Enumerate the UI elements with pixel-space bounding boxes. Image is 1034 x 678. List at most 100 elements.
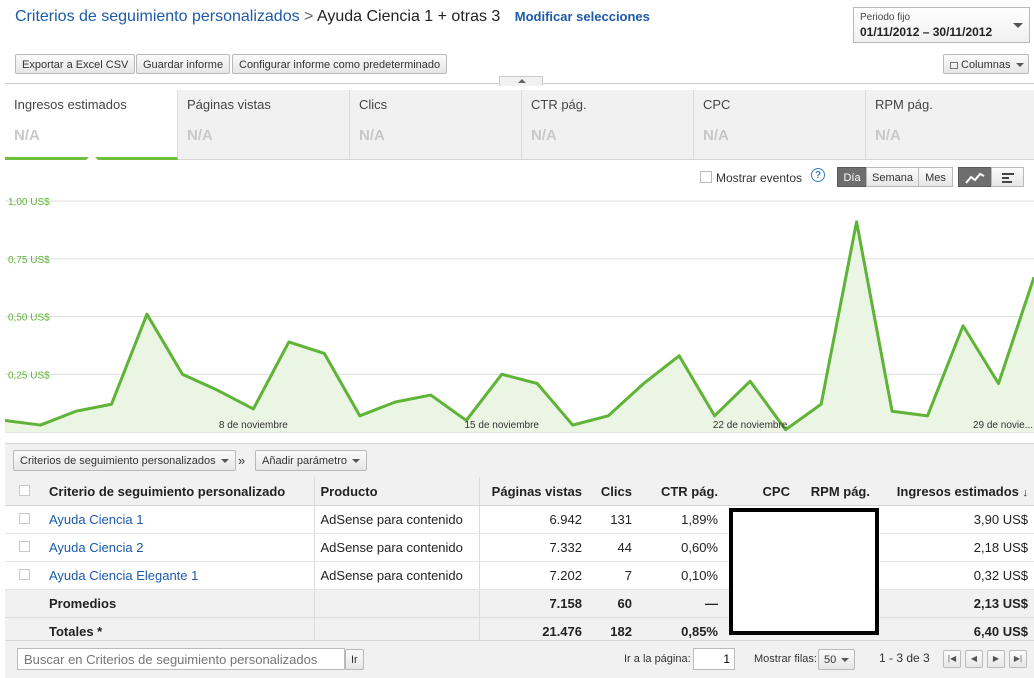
row-pageviews: 7.332: [478, 533, 588, 562]
x-tick-label: 22 de noviembre: [713, 420, 788, 431]
col-header-producto[interactable]: Producto: [313, 477, 479, 506]
series-area: [5, 221, 1034, 432]
row-name-link[interactable]: Ayuda Ciencia 2: [49, 540, 143, 555]
row-ctr: 0,10%: [638, 561, 724, 590]
chevron-down-icon: [1013, 23, 1023, 28]
table-header-row: Criterio de seguimiento personalizado Pr…: [5, 477, 1034, 506]
line-chart-button[interactable]: [958, 167, 992, 187]
export-csv-button[interactable]: Exportar a Excel CSV: [15, 54, 136, 74]
avg-ctr: —: [638, 589, 724, 618]
row-name-link[interactable]: Ayuda Ciencia 1: [49, 512, 143, 527]
metric-tab-rpm[interactable]: RPM pág. N/A: [866, 90, 1034, 160]
row-clicks: 44: [588, 533, 638, 562]
metric-name: Ingresos estimados: [14, 97, 127, 112]
avg-pageviews: 7.158: [478, 589, 588, 618]
go-button[interactable]: Ir: [345, 649, 364, 670]
row-name-link[interactable]: Ayuda Ciencia Elegante 1: [49, 568, 198, 583]
row-revenue: 0,32 US$: [876, 561, 1034, 590]
rows-select[interactable]: 50: [818, 649, 856, 670]
report-table: Criterio de seguimiento personalizado Pr…: [5, 477, 1034, 646]
row-checkbox[interactable]: [18, 541, 30, 552]
metric-name: CTR pág.: [531, 97, 587, 112]
metric-tab-paginas[interactable]: Páginas vistas N/A: [178, 90, 350, 160]
collapse-handle[interactable]: [499, 76, 543, 86]
metric-tab-ctr[interactable]: CTR pág. N/A: [522, 90, 694, 160]
col-header-ctr[interactable]: CTR pág.: [638, 477, 724, 506]
x-tick-label: 29 de novie...: [973, 420, 1033, 431]
x-tick-label: 15 de noviembre: [465, 420, 540, 431]
metric-tab-clics[interactable]: Clics N/A: [350, 90, 522, 160]
y-tick-label: 0,75 US$: [8, 255, 50, 266]
redaction-box: [729, 508, 879, 635]
row-pageviews: 7.202: [478, 561, 588, 590]
breadcrumb-separator: >: [304, 8, 314, 25]
columns-icon: [950, 61, 958, 69]
chevron-down-icon: [352, 459, 360, 464]
col-header-ingresos[interactable]: Ingresos estimados ↓: [876, 477, 1034, 506]
add-parameter-button[interactable]: Añadir parámetro: [255, 450, 367, 471]
chevron-down-icon: [841, 658, 850, 663]
col-header-paginas[interactable]: Páginas vistas: [478, 477, 588, 506]
date-range-label: Periodo fijo: [860, 12, 911, 23]
granularity-day-button[interactable]: Día: [837, 167, 867, 187]
row-checkbox[interactable]: [18, 513, 30, 524]
row-ctr: 0,60%: [638, 533, 724, 562]
metric-value: N/A: [875, 127, 901, 144]
bar-chart-button[interactable]: [991, 167, 1024, 187]
chevron-down-icon: [220, 459, 229, 464]
metric-tab-cpc[interactable]: CPC N/A: [694, 90, 866, 160]
metric-name: Páginas vistas: [187, 97, 271, 112]
y-tick-label: 0,50 US$: [8, 313, 50, 324]
metric-value: N/A: [703, 127, 729, 144]
col-header-rpm[interactable]: RPM pág.: [796, 477, 876, 506]
col-header-ingresos-label: Ingresos estimados: [896, 483, 1019, 499]
row-checkbox[interactable]: [18, 569, 30, 580]
prev-page-icon[interactable]: ◀: [965, 650, 983, 668]
columns-button[interactable]: Columnas: [943, 54, 1029, 74]
table-toolbar: Criterios de seguimiento personalizados …: [5, 443, 1034, 477]
page-title: Criterios de seguimiento personalizados …: [15, 8, 650, 26]
page-input[interactable]: [693, 648, 735, 670]
metric-value: N/A: [14, 127, 40, 144]
date-range-picker[interactable]: Periodo fijo 01/11/2012 – 30/11/2012: [853, 7, 1030, 43]
col-header-criterio[interactable]: Criterio de seguimiento personalizado: [43, 477, 314, 506]
metric-name: Clics: [359, 97, 388, 112]
metric-tab-ingresos[interactable]: Ingresos estimados N/A: [5, 90, 178, 160]
breadcrumb-link[interactable]: Criterios de seguimiento personalizados: [15, 8, 300, 25]
col-header-clics[interactable]: Clics: [588, 477, 638, 506]
metric-name: CPC: [703, 97, 731, 112]
breadcrumb-current: Ayuda Ciencia 1 + otras 3: [316, 8, 501, 25]
y-tick-label: 1,00 US$: [8, 197, 50, 208]
modify-selections-link[interactable]: Modificar selecciones: [515, 9, 650, 24]
last-page-icon[interactable]: ▶|: [1009, 650, 1027, 668]
select-all-checkbox[interactable]: [18, 484, 30, 496]
date-range-value: 01/11/2012 – 30/11/2012: [860, 25, 993, 39]
row-pageviews: 6.942: [478, 505, 588, 534]
granularity-month-button[interactable]: Mes: [918, 167, 953, 187]
next-page-icon[interactable]: ▶: [987, 650, 1005, 668]
breadcrumb-arrow: »: [238, 453, 246, 468]
help-icon[interactable]: ?: [811, 168, 825, 182]
table-footer: Ir Ir a la página: Mostrar filas: 50 1 -…: [5, 640, 1034, 678]
show-events-checkbox[interactable]: [700, 171, 712, 183]
dimension-label: Criterios de seguimiento personalizados: [20, 455, 216, 467]
line-chart-icon: [965, 172, 985, 184]
set-default-button[interactable]: Configurar informe como predeterminado: [232, 54, 448, 74]
granularity-week-button[interactable]: Semana: [866, 167, 919, 187]
revenue-chart: 1,00 US$ 0,75 US$ 0,50 US$ 0,25 US$ 8 de nov…: [5, 197, 1034, 433]
col-header-cpc[interactable]: CPC: [724, 477, 796, 506]
chart-toolbar: Mostrar eventos ? Día Semana Mes: [5, 164, 1034, 190]
metric-tabs: Ingresos estimados N/A Páginas vistas N/…: [5, 90, 1034, 160]
bar-chart-icon: [1001, 173, 1014, 184]
save-report-button[interactable]: Guardar informe: [136, 54, 231, 74]
show-events-label: Mostrar eventos: [716, 171, 803, 185]
dimension-dropdown[interactable]: Criterios de seguimiento personalizados: [13, 450, 236, 471]
pagination-range: 1 - 3 de 3: [879, 651, 930, 665]
first-page-icon[interactable]: |◀: [943, 650, 961, 668]
row-clicks: 7: [588, 561, 638, 590]
add-parameter-label: Añadir parámetro: [262, 455, 347, 467]
search-input[interactable]: [17, 648, 345, 670]
chevron-down-icon: [1015, 63, 1024, 68]
avg-revenue: 2,13 US$: [876, 589, 1034, 618]
row-product: AdSense para contenido: [313, 505, 479, 534]
